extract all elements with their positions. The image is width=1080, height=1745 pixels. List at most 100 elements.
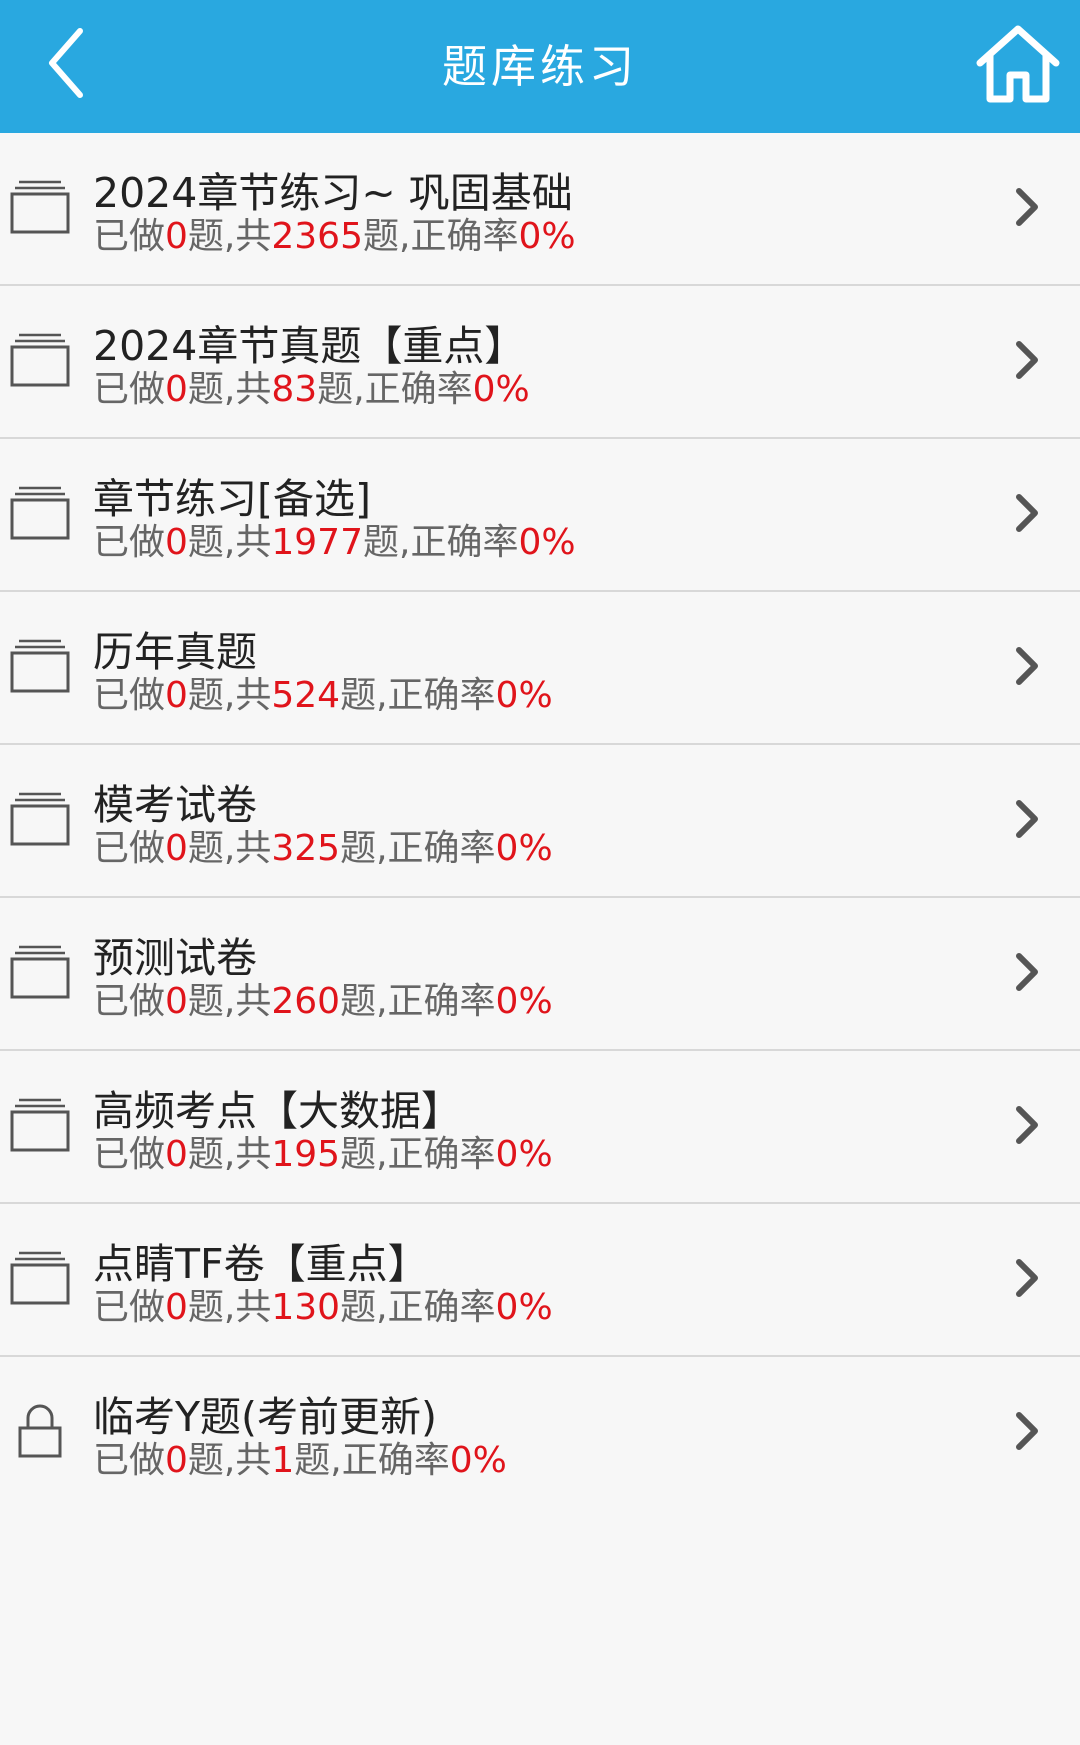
item-stats: 已做0题,共260题,正确率0% [93, 980, 553, 1024]
chevron-right-icon [1012, 950, 1042, 994]
item-title: 临考Y题(考前更新) [93, 1393, 438, 1441]
stats-label: 题,共 [187, 1134, 272, 1175]
accuracy-rate: 0% [495, 1287, 553, 1328]
done-count: 0 [165, 369, 188, 410]
stats-label: 题,共 [187, 216, 272, 257]
chevron-right-icon [1012, 491, 1042, 535]
stats-label: 已做 [93, 1134, 166, 1175]
home-icon [976, 25, 1060, 103]
accuracy-rate: 0% [472, 369, 530, 410]
stats-label: 题,正确率 [294, 1440, 450, 1481]
item-stats: 已做0题,共130题,正确率0% [93, 1286, 553, 1330]
list-item[interactable]: 章节练习[备选] 已做0题,共1977题,正确率0% [0, 439, 1080, 592]
item-title: 模考试卷 [93, 781, 257, 829]
top-bar: 题库练习 [0, 0, 1080, 133]
accuracy-rate: 0% [495, 1134, 553, 1175]
total-count: 83 [271, 369, 318, 410]
folder-icon [10, 1095, 70, 1155]
item-stats: 已做0题,共524题,正确率0% [93, 674, 553, 718]
done-count: 0 [165, 1134, 188, 1175]
item-title: 高频考点【大数据】 [93, 1087, 462, 1135]
accuracy-rate: 0% [495, 828, 553, 869]
accuracy-rate: 0% [518, 522, 576, 563]
done-count: 0 [165, 1440, 188, 1481]
accuracy-rate: 0% [495, 981, 553, 1022]
chevron-right-icon [1012, 797, 1042, 841]
chevron-right-icon [1012, 644, 1042, 688]
stats-label: 题,共 [187, 675, 272, 716]
stats-label: 已做 [93, 369, 166, 410]
stats-label: 已做 [93, 1440, 166, 1481]
total-count: 2365 [271, 216, 363, 257]
item-stats: 已做0题,共1977题,正确率0% [93, 521, 576, 565]
folder-icon [10, 636, 70, 696]
stats-label: 已做 [93, 828, 166, 869]
total-count: 195 [271, 1134, 341, 1175]
stats-label: 题,共 [187, 981, 272, 1022]
chevron-right-icon [1012, 1256, 1042, 1300]
list-item[interactable]: 2024章节真题【重点】 已做0题,共83题,正确率0% [0, 286, 1080, 439]
stats-label: 题,共 [187, 828, 272, 869]
folder-icon [10, 789, 70, 849]
stats-label: 题,共 [187, 1440, 272, 1481]
lock-icon [10, 1401, 70, 1461]
folder-icon [10, 330, 70, 390]
done-count: 0 [165, 216, 188, 257]
stats-label: 题,正确率 [340, 675, 496, 716]
item-stats: 已做0题,共325题,正确率0% [93, 827, 553, 871]
list-item[interactable]: 高频考点【大数据】 已做0题,共195题,正确率0% [0, 1051, 1080, 1204]
stats-label: 已做 [93, 522, 166, 563]
stats-label: 题,正确率 [317, 369, 473, 410]
total-count: 325 [271, 828, 341, 869]
list-item[interactable]: 预测试卷 已做0题,共260题,正确率0% [0, 898, 1080, 1051]
question-bank-list: 2024章节练习~ 巩固基础 已做0题,共2365题,正确率0% 2024章节真题【… [0, 133, 1080, 1508]
stats-label: 题,正确率 [340, 981, 496, 1022]
chevron-right-icon [1012, 1103, 1042, 1147]
item-stats: 已做0题,共83题,正确率0% [93, 368, 530, 412]
page-title: 题库练习 [441, 40, 638, 93]
stats-label: 已做 [93, 675, 166, 716]
stats-label: 已做 [93, 216, 166, 257]
item-stats: 已做0题,共1题,正确率0% [93, 1439, 507, 1483]
list-item[interactable]: 模考试卷 已做0题,共325题,正确率0% [0, 745, 1080, 898]
stats-label: 已做 [93, 981, 166, 1022]
stats-label: 题,正确率 [363, 522, 519, 563]
total-count: 260 [271, 981, 341, 1022]
done-count: 0 [165, 1287, 188, 1328]
accuracy-rate: 0% [495, 675, 553, 716]
stats-label: 题,正确率 [340, 1134, 496, 1175]
accuracy-rate: 0% [449, 1440, 507, 1481]
total-count: 1977 [271, 522, 363, 563]
total-count: 1 [271, 1440, 295, 1481]
stats-label: 题,正确率 [340, 828, 496, 869]
stats-label: 已做 [93, 1287, 166, 1328]
done-count: 0 [165, 981, 188, 1022]
folder-icon [10, 483, 70, 543]
item-title: 2024章节真题【重点】 [93, 322, 526, 370]
stats-label: 题,共 [187, 1287, 272, 1328]
stats-label: 题,正确率 [340, 1287, 496, 1328]
chevron-right-icon [1012, 338, 1042, 382]
list-item[interactable]: 2024章节练习~ 巩固基础 已做0题,共2365题,正确率0% [0, 133, 1080, 286]
list-item[interactable]: 点睛TF卷【重点】 已做0题,共130题,正确率0% [0, 1204, 1080, 1357]
stats-label: 题,正确率 [363, 216, 519, 257]
list-item[interactable]: 临考Y题(考前更新) 已做0题,共1题,正确率0% [0, 1357, 1080, 1508]
total-count: 130 [271, 1287, 341, 1328]
home-button[interactable] [968, 14, 1068, 114]
done-count: 0 [165, 522, 188, 563]
accuracy-rate: 0% [518, 216, 576, 257]
item-title: 章节练习[备选] [93, 475, 371, 523]
folder-icon [10, 1248, 70, 1308]
stats-label: 题,共 [187, 522, 272, 563]
list-item[interactable]: 历年真题 已做0题,共524题,正确率0% [0, 592, 1080, 745]
item-title: 点睛TF卷【重点】 [93, 1240, 429, 1288]
done-count: 0 [165, 828, 188, 869]
done-count: 0 [165, 675, 188, 716]
item-title: 历年真题 [93, 628, 257, 676]
item-title: 预测试卷 [93, 934, 257, 982]
item-title: 2024章节练习~ 巩固基础 [93, 169, 573, 217]
item-stats: 已做0题,共2365题,正确率0% [93, 215, 576, 259]
stats-label: 题,共 [187, 369, 272, 410]
folder-icon [10, 942, 70, 1002]
folder-icon [10, 177, 70, 237]
